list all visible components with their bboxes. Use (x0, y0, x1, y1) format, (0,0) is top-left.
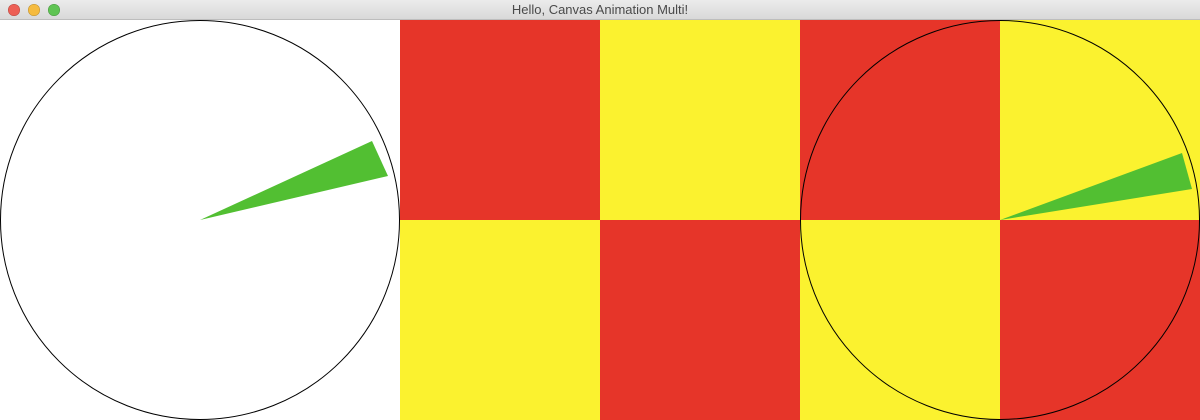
checker-square (1000, 220, 1200, 420)
checker-square (600, 20, 800, 220)
title-bar[interactable]: Hello, Canvas Animation Multi! (0, 0, 1200, 20)
canvas-area (0, 20, 1200, 420)
checker-square (800, 220, 1000, 420)
spinner-canvas-svg (0, 20, 400, 420)
canvas-checkerboard (400, 20, 800, 420)
checker-square (400, 20, 600, 220)
app-window: Hello, Canvas Animation Multi! (0, 0, 1200, 420)
canvas-spinner (0, 20, 400, 420)
checker-square (800, 20, 1000, 220)
checker-square (600, 220, 800, 420)
window-title: Hello, Canvas Animation Multi! (511, 2, 689, 17)
spinner-checker-canvas-svg (800, 20, 1200, 420)
canvas-spinner-checker (800, 20, 1200, 420)
checker-square (400, 220, 600, 420)
checkerboard-canvas-svg (400, 20, 800, 420)
